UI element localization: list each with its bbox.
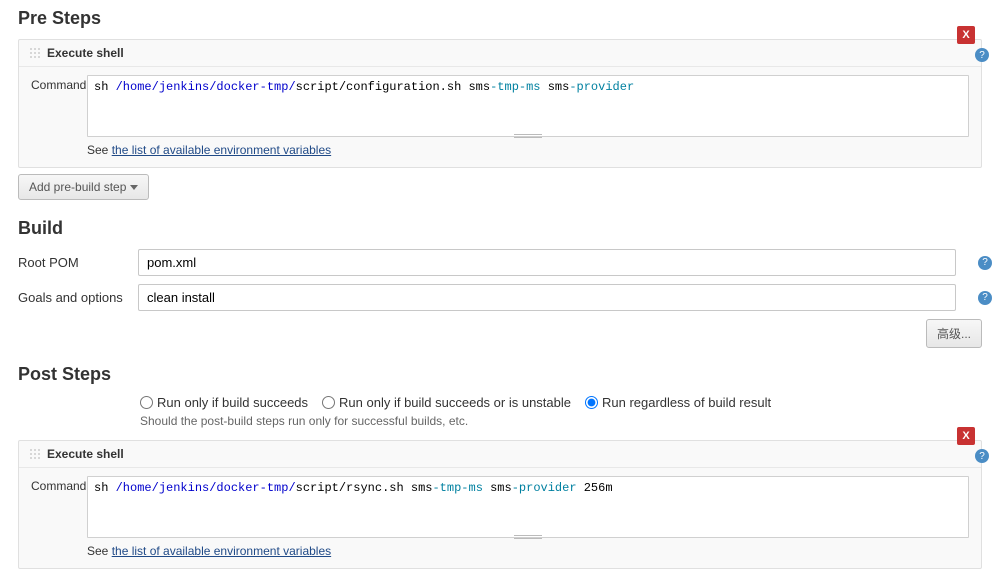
radio-unstable-input[interactable] [322, 396, 335, 409]
root-pom-input[interactable] [138, 249, 956, 276]
radio-regardless[interactable]: Run regardless of build result [585, 395, 771, 410]
caret-down-icon [130, 185, 138, 190]
root-pom-label: Root POM [18, 255, 138, 270]
radio-regardless-input[interactable] [585, 396, 598, 409]
command-textarea[interactable]: sh /home/jenkins/docker-tmp/script/rsync… [87, 476, 969, 538]
help-icon[interactable]: ? [978, 291, 992, 305]
drag-grip-icon[interactable] [29, 448, 41, 460]
pre-steps-title: Pre Steps [0, 0, 1000, 35]
resize-grip-icon[interactable] [514, 535, 542, 539]
add-pre-build-step-button[interactable]: Add pre-build step [18, 174, 149, 200]
post-steps-title: Post Steps [0, 356, 1000, 391]
post-steps-hint: Should the post-build steps run only for… [0, 412, 1000, 436]
post-steps-shell-panel: X ? Execute shell Command sh /home/jenki… [18, 440, 982, 569]
goals-label: Goals and options [18, 290, 138, 305]
env-vars-hint: See the list of available environment va… [87, 143, 969, 157]
radio-succeeds[interactable]: Run only if build succeeds [140, 395, 308, 410]
build-title: Build [0, 210, 1000, 245]
advanced-button[interactable]: 高级... [926, 319, 982, 348]
drag-grip-icon[interactable] [29, 47, 41, 59]
radio-succeeds-input[interactable] [140, 396, 153, 409]
goals-input[interactable] [138, 284, 956, 311]
env-vars-link[interactable]: the list of available environment variab… [112, 143, 331, 157]
radio-unstable[interactable]: Run only if build succeeds or is unstabl… [322, 395, 571, 410]
panel-header: Execute shell [19, 40, 981, 67]
pre-steps-shell-panel: X ? Execute shell Command sh /home/jenki… [18, 39, 982, 168]
env-vars-hint: See the list of available environment va… [87, 544, 969, 558]
command-textarea[interactable]: sh /home/jenkins/docker-tmp/script/confi… [87, 75, 969, 137]
help-icon[interactable]: ? [978, 256, 992, 270]
panel-header: Execute shell [19, 441, 981, 468]
command-label: Command [31, 476, 87, 493]
env-vars-link[interactable]: the list of available environment variab… [112, 544, 331, 558]
execute-shell-label: Execute shell [47, 447, 124, 461]
resize-grip-icon[interactable] [514, 134, 542, 138]
command-label: Command [31, 75, 87, 92]
post-steps-radio-group: Run only if build succeeds Run only if b… [0, 391, 1000, 412]
execute-shell-label: Execute shell [47, 46, 124, 60]
